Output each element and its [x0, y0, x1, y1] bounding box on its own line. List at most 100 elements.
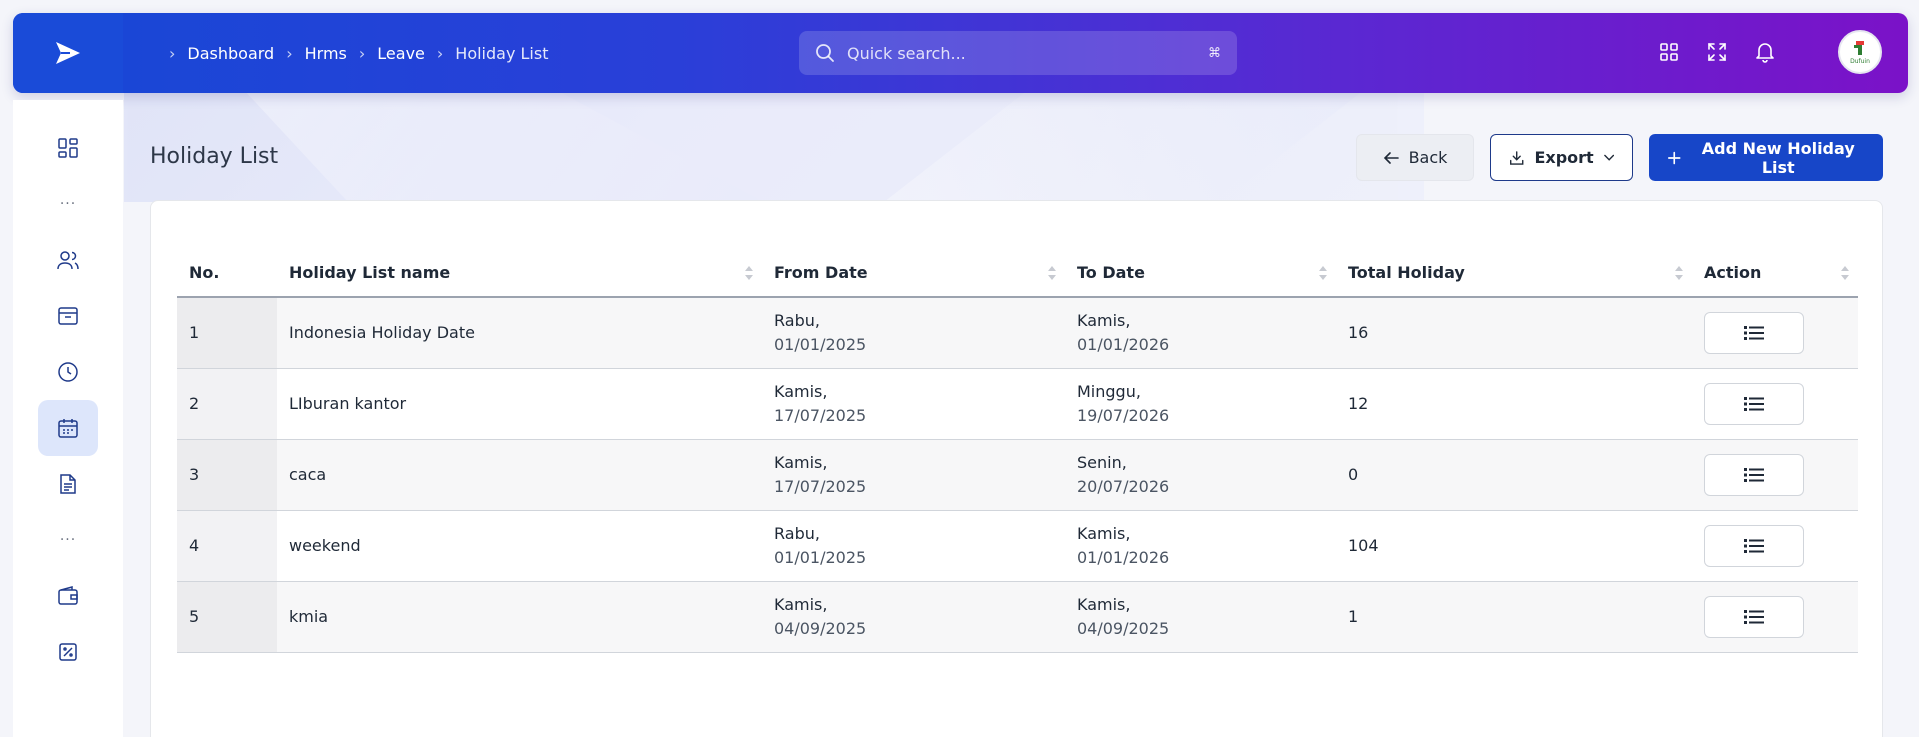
sidebar-item-employees[interactable] — [38, 232, 98, 288]
export-label: Export — [1534, 148, 1594, 167]
breadcrumb-holiday-list: Holiday List — [455, 43, 549, 63]
sidebar-item-attendance[interactable] — [38, 344, 98, 400]
chevron-right-icon: › — [286, 43, 293, 63]
breadcrumb-hrms[interactable]: Hrms — [305, 44, 347, 63]
action-menu-button[interactable] — [1704, 595, 1804, 638]
percent-icon — [59, 643, 77, 661]
sidebar-item-documents[interactable] — [38, 456, 98, 512]
sidebar-item-payroll[interactable] — [38, 568, 98, 624]
list-icon — [1744, 538, 1764, 553]
from-date: Rabu, 01/01/2025 — [762, 297, 1065, 369]
chevron-right-icon: › — [358, 43, 366, 63]
action-menu-button[interactable] — [1704, 382, 1804, 425]
to-date: Senin, 20/07/2026 — [1065, 439, 1336, 511]
plus-icon — [1667, 151, 1681, 164]
arrow-left-icon — [1383, 151, 1399, 164]
sidebar-item-inbox[interactable] — [38, 288, 98, 344]
list-icon — [1744, 467, 1764, 482]
col-holiday-list-name[interactable]: Holiday List name — [277, 249, 762, 298]
inbox-icon — [58, 307, 78, 325]
dashboard-icon — [58, 138, 78, 158]
from-date: Kamis, 04/09/2025 — [762, 581, 1065, 653]
total-holiday: 0 — [1336, 439, 1692, 511]
col-action[interactable]: Action — [1692, 249, 1858, 298]
download-icon — [1510, 150, 1524, 165]
action-cell — [1692, 439, 1858, 511]
sidebar-item-tax[interactable] — [38, 624, 98, 680]
row-number: 3 — [177, 439, 277, 511]
list-icon — [1744, 325, 1764, 340]
action-cell — [1692, 581, 1858, 653]
users-icon — [57, 251, 79, 270]
table-row: 2 LIburan kantor Kamis, 17/07/2025 Minggu… — [177, 368, 1858, 440]
top-navbar: › Dashboard › Hrms › Leave › Holiday Lis… — [13, 13, 1908, 93]
action-menu-button[interactable] — [1704, 311, 1804, 354]
shortcut-hint: ⌘ — [1208, 45, 1221, 61]
add-label: Add New Holiday List — [1701, 138, 1855, 177]
sort-icon[interactable] — [1318, 264, 1328, 282]
row-number: 4 — [177, 510, 277, 582]
back-button[interactable]: Back — [1356, 134, 1474, 181]
col-total-holiday[interactable]: Total Holiday — [1336, 249, 1692, 298]
sort-icon[interactable] — [744, 264, 754, 282]
to-date: Kamis, 01/01/2026 — [1065, 510, 1336, 582]
sidebar-item-leave[interactable] — [38, 400, 98, 456]
avatar[interactable]: Dufuin — [1838, 30, 1882, 74]
action-cell — [1692, 510, 1858, 582]
from-date: Rabu, 01/01/2025 — [762, 510, 1065, 582]
total-holiday: 1 — [1336, 581, 1692, 653]
table-row: 5 kmia Kamis, 04/09/2025 Kamis, 04/09/2025… — [177, 581, 1858, 653]
action-cell — [1692, 297, 1858, 369]
holiday-list-card: No. Holiday List name From Date To Date … — [150, 200, 1883, 737]
apps-grid-icon[interactable] — [1656, 39, 1682, 65]
total-holiday: 16 — [1336, 297, 1692, 369]
list-icon — [1744, 396, 1764, 411]
row-number: 5 — [177, 581, 277, 653]
col-no[interactable]: No. — [177, 249, 277, 298]
breadcrumb-leave[interactable]: Leave — [377, 44, 425, 63]
sidebar-separator: ··· — [59, 532, 77, 548]
page-title: Holiday List — [150, 144, 279, 169]
add-holiday-list-button[interactable]: Add New Holiday List — [1649, 134, 1883, 181]
sidebar-item-dashboard[interactable] — [38, 120, 98, 176]
row-number: 1 — [177, 297, 277, 369]
chevron-down-icon — [1603, 154, 1614, 161]
breadcrumb: › Dashboard › Hrms › Leave › Holiday Lis… — [169, 44, 548, 63]
table-header-row: No. Holiday List name From Date To Date … — [177, 249, 1858, 298]
back-label: Back — [1408, 148, 1448, 167]
breadcrumb-dashboard[interactable]: Dashboard — [187, 44, 274, 63]
table-row: 1 Indonesia Holiday Date Rabu, 01/01/2025… — [177, 297, 1858, 369]
sort-icon[interactable] — [1047, 264, 1057, 282]
company-logo-icon: Dufuin — [1850, 41, 1870, 65]
holiday-list-name: Indonesia Holiday Date — [277, 297, 762, 369]
holiday-list-table: No. Holiday List name From Date To Date … — [177, 249, 1858, 653]
holiday-list-name: kmia — [277, 581, 762, 653]
holiday-list-name: weekend — [277, 510, 762, 582]
sort-icon[interactable] — [1674, 264, 1684, 282]
search-input[interactable] — [847, 43, 1208, 63]
total-holiday: 104 — [1336, 510, 1692, 582]
export-button[interactable]: Export — [1490, 134, 1633, 181]
action-menu-button[interactable] — [1704, 453, 1804, 496]
row-number: 2 — [177, 368, 277, 440]
chevron-right-icon: › — [436, 43, 444, 63]
table-row: 4 weekend Rabu, 01/01/2025 Kamis, 01/01/20… — [177, 510, 1858, 582]
quick-search[interactable]: ⌘ — [799, 31, 1237, 75]
clock-icon — [58, 362, 78, 382]
table-row: 3 caca Kamis, 17/07/2025 Senin, 20/07/2026… — [177, 439, 1858, 511]
col-to-date[interactable]: To Date — [1065, 249, 1336, 298]
bell-icon[interactable] — [1752, 39, 1778, 65]
to-date: Minggu, 19/07/2026 — [1065, 368, 1336, 440]
to-date: Kamis, 01/01/2026 — [1065, 297, 1336, 369]
col-from-date[interactable]: From Date — [762, 249, 1065, 298]
search-icon — [816, 44, 834, 62]
chevron-right-icon: › — [169, 43, 176, 63]
avatar-text: Dufuin — [1850, 58, 1870, 65]
wallet-icon — [58, 586, 78, 605]
action-menu-button[interactable] — [1704, 524, 1804, 567]
total-holiday: 12 — [1336, 368, 1692, 440]
sidebar-separator: ··· — [59, 196, 77, 212]
fullscreen-icon[interactable] — [1704, 39, 1730, 65]
sort-icon[interactable] — [1840, 264, 1850, 282]
logo[interactable] — [13, 13, 123, 93]
